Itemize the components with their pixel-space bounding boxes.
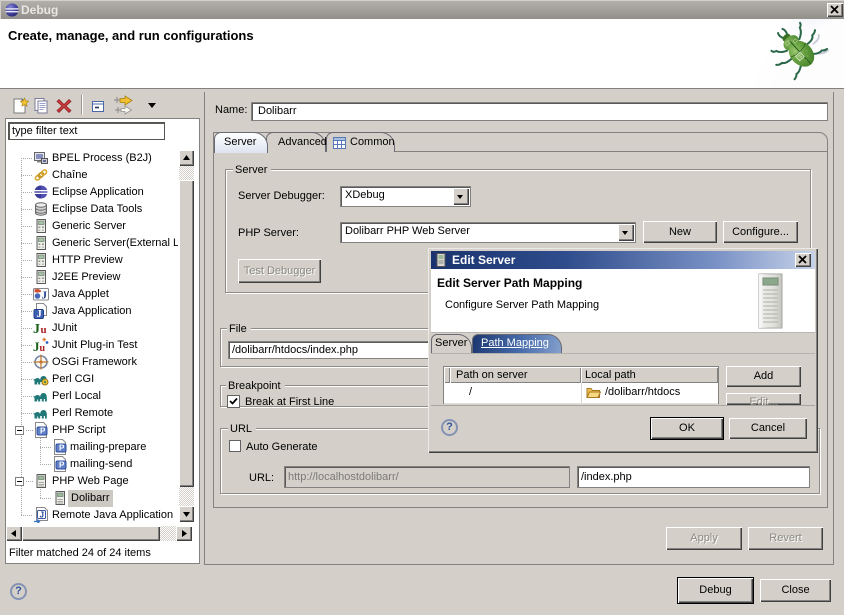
svg-text:u: u — [40, 343, 46, 353]
svg-text:P: P — [59, 444, 65, 453]
svg-text:J: J — [37, 309, 42, 319]
svg-text:J: J — [40, 511, 44, 520]
svg-text:J: J — [33, 322, 40, 336]
svg-text:u: u — [41, 324, 47, 336]
svg-text:J: J — [42, 290, 48, 302]
svg-text:P: P — [59, 461, 65, 470]
svg-text:P: P — [40, 427, 46, 436]
